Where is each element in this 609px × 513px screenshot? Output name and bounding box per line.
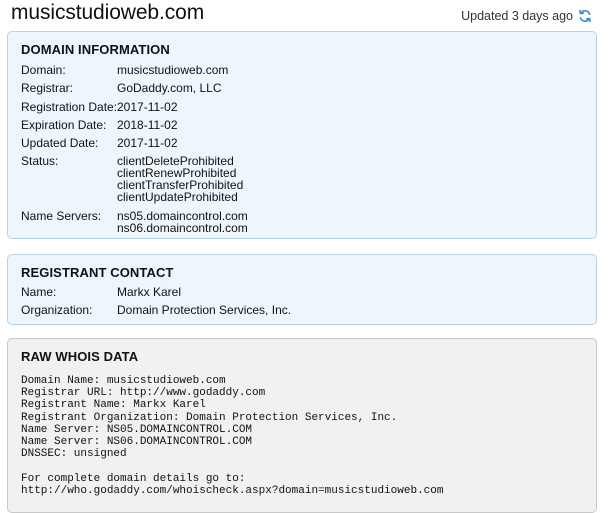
raw-whois-link[interactable]: http://who.godaddy.com/whoischeck.aspx?d… [21, 485, 443, 497]
value-domain: musicstudioweb.com [117, 63, 229, 77]
raw-line: Registrant Name: Markx Karel [21, 399, 206, 412]
status-item: clientUpdateProhibited [117, 190, 238, 204]
updated-status: Updated 3 days ago [461, 9, 592, 23]
label-updated-date: Updated Date: [21, 136, 99, 150]
value-status-list: clientDeleteProhibited clientRenewProhib… [117, 155, 243, 203]
label-registration-date: Registration Date: [21, 100, 118, 114]
raw-line: DNSSEC: unsigned [21, 448, 127, 461]
value-expiration-date: 2018-11-02 [117, 118, 178, 132]
value-registration-date: 2017-11-02 [117, 100, 178, 114]
registrant-contact-panel: REGISTRANT CONTACT Name: Markx Karel Org… [7, 254, 597, 325]
label-organization: Organization: [21, 303, 93, 317]
label-registrar: Registrar: [21, 81, 74, 95]
raw-line: Name Server: NS05.DOMAINCONTROL.COM [21, 423, 253, 436]
label-status: Status: [21, 154, 59, 168]
value-name-servers: ns05.domaincontrol.com ns06.domaincontro… [117, 210, 248, 234]
raw-line [21, 460, 443, 472]
raw-line: Registrant Organization: Domain Protecti… [21, 411, 398, 424]
label-domain: Domain: [21, 63, 66, 77]
section-heading: REGISTRANT CONTACT [21, 265, 174, 280]
label-expiration-date: Expiration Date: [21, 118, 107, 132]
raw-line: For complete domain details go to: [21, 472, 246, 485]
page-header: musicstudioweb.com Updated 3 days ago [11, 0, 597, 28]
raw-line: Domain Name: musicstudioweb.com [21, 375, 226, 387]
value-updated-date: 2017-11-02 [117, 136, 178, 150]
raw-whois-panel: RAW WHOIS DATA Domain Name: musicstudiow… [7, 338, 597, 513]
section-heading: RAW WHOIS DATA [21, 349, 139, 364]
raw-line: Registrar URL: http://www.godaddy.com [21, 387, 266, 400]
value-registrar: GoDaddy.com, LLC [117, 81, 222, 95]
page-title: musicstudioweb.com [11, 1, 205, 24]
raw-line: Name Server: NS06.DOMAINCONTROL.COM [21, 436, 253, 449]
label-name-servers: Name Servers: [21, 209, 102, 223]
section-heading: DOMAIN INFORMATION [21, 42, 170, 57]
domain-information-panel: DOMAIN INFORMATION Domain: musicstudiowe… [7, 31, 597, 239]
raw-whois-text: Domain Name: musicstudioweb.com Registrar… [21, 375, 443, 497]
name-server-item: ns06.domaincontrol.com [117, 221, 248, 235]
value-name: Markx Karel [117, 285, 182, 299]
value-organization: Domain Protection Services, Inc. [117, 303, 292, 317]
label-name: Name: [21, 285, 57, 299]
refresh-icon[interactable] [578, 9, 592, 23]
updated-text: Updated 3 days ago [461, 9, 573, 23]
